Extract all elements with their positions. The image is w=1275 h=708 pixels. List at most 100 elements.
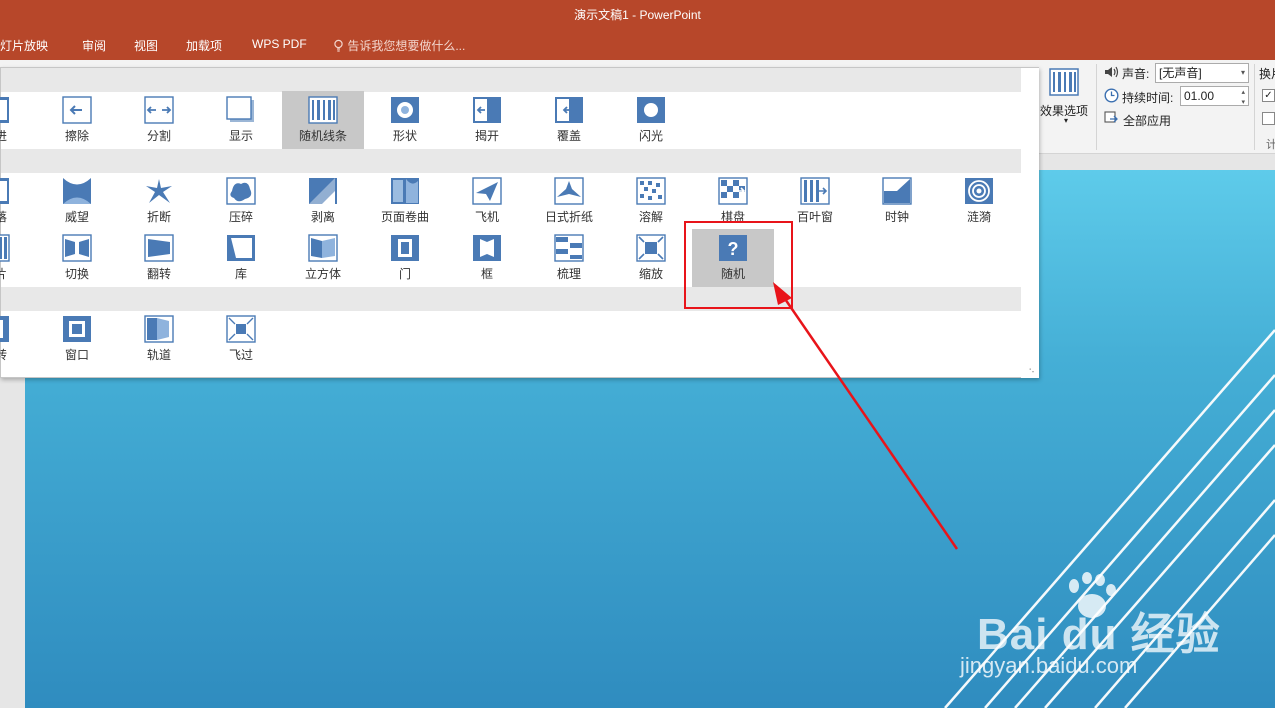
- transition-clock-tile[interactable]: 时钟: [856, 172, 938, 230]
- uncover-icon: [473, 97, 501, 123]
- menu-view[interactable]: 视图: [134, 37, 158, 54]
- tile-label: 旋转: [0, 348, 7, 362]
- transition-rotate-tile[interactable]: 旋转: [0, 310, 36, 368]
- menu-slideshow[interactable]: 幻灯片放映: [0, 37, 48, 54]
- tile-label: 推进: [0, 129, 7, 143]
- shred-icon: [0, 234, 10, 262]
- tell-me-box[interactable]: 告诉我您想要做什么...: [333, 37, 465, 54]
- transition-shred-tile[interactable]: 碎片: [0, 229, 36, 287]
- tile-label: 窗口: [64, 348, 89, 362]
- tile-label: 显示: [228, 129, 253, 143]
- box-icon: [473, 235, 501, 261]
- flash-icon: [637, 97, 665, 123]
- resize-grip-icon[interactable]: ⠢: [1028, 365, 1035, 376]
- transition-fracture-tile[interactable]: 折断: [118, 172, 200, 230]
- menu-review[interactable]: 审阅: [82, 37, 106, 54]
- tile-label: 缩放: [638, 267, 663, 281]
- menu-bar: 幻灯片放映 审阅 视图 加载项 WPS PDF 告诉我您想要做什么...: [0, 31, 1275, 60]
- transition-split-tile[interactable]: 分割: [118, 91, 200, 149]
- tile-label: 框: [480, 267, 493, 281]
- tile-label: 飞机: [474, 210, 499, 224]
- page-curl-icon: [391, 178, 419, 204]
- window-icon: [63, 316, 91, 342]
- comb-icon: [554, 234, 584, 262]
- transition-cube-tile[interactable]: 立方体: [282, 229, 364, 287]
- transition-origami-tile[interactable]: 日式折纸: [528, 172, 610, 230]
- transition-cover-tile[interactable]: 覆盖: [528, 91, 610, 149]
- spin-down-icon[interactable]: ▾: [1241, 94, 1245, 112]
- fly-through-icon: [226, 315, 256, 343]
- chevron-down-icon: ▾: [1240, 68, 1245, 77]
- apply-all-button[interactable]: 全部应用: [1123, 112, 1171, 129]
- lightbulb-icon: [334, 39, 343, 52]
- transition-flash-tile[interactable]: 闪光: [610, 91, 692, 149]
- transition-page-curl-tile[interactable]: 页面卷曲: [364, 172, 446, 230]
- transition-random-bars-tile[interactable]: 随机线条: [282, 91, 364, 149]
- tile-label: 梳理: [556, 267, 581, 281]
- dissolve-icon: [636, 177, 666, 205]
- tile-label: 立方体: [304, 267, 341, 281]
- split-icon: [144, 96, 174, 124]
- transition-comb-tile[interactable]: 梳理: [528, 229, 610, 287]
- tile-label: 日式折纸: [544, 210, 593, 224]
- clock-icon: [882, 177, 912, 205]
- tile-label: 翻转: [146, 267, 171, 281]
- transition-zoom-tile[interactable]: 缩放: [610, 229, 692, 287]
- transition-box-tile[interactable]: 框: [446, 229, 528, 287]
- transition-fall-tile[interactable]: 跌落: [0, 172, 36, 230]
- transition-ripple-tile[interactable]: 涟漪: [938, 172, 1020, 230]
- doors-icon: [391, 235, 419, 261]
- transition-window-tile[interactable]: 窗口: [36, 310, 118, 368]
- watermark-url: jingyan.baidu.com: [960, 653, 1138, 678]
- transition-uncover-tile[interactable]: 揭开: [446, 91, 528, 149]
- prestige-icon: [63, 178, 91, 204]
- duration-spinner[interactable]: 01.00 ▴ ▾: [1180, 86, 1249, 106]
- wipe-icon: [62, 96, 92, 124]
- transition-shape-tile[interactable]: 形状: [364, 91, 446, 149]
- transition-wipe-tile[interactable]: 擦除: [36, 91, 118, 149]
- tile-label: 折断: [146, 210, 171, 224]
- transition-airplane-tile[interactable]: 飞机: [446, 172, 528, 230]
- effect-options-icon: [1049, 68, 1079, 96]
- origami-icon: [554, 177, 584, 205]
- shape-icon: [391, 97, 419, 123]
- transition-doors-tile[interactable]: 门: [364, 229, 446, 287]
- tile-label: 库: [234, 267, 247, 281]
- sound-select-value: [无声音]: [1159, 66, 1202, 80]
- transition-push-tile[interactable]: 推进: [0, 91, 36, 149]
- speaker-icon: [1105, 66, 1119, 78]
- powerpoint-window: 演示文稿1 - PowerPoint 幻灯片放映 审阅 视图 加载项 WPS P…: [0, 0, 1275, 708]
- tile-label: 揭开: [474, 129, 499, 143]
- tile-label: 威望: [64, 210, 89, 224]
- reveal-icon: [226, 96, 254, 122]
- tile-label: 溶解: [638, 210, 663, 224]
- fall-icon: [0, 178, 9, 204]
- rotate-icon: [0, 316, 9, 342]
- tile-label: 覆盖: [556, 129, 581, 143]
- tell-me-text: 告诉我您想要做什么...: [347, 39, 466, 53]
- transition-crush-tile[interactable]: 压碎: [200, 172, 282, 230]
- transition-prestige-tile[interactable]: 威望: [36, 172, 118, 230]
- zoom-icon: [636, 234, 666, 262]
- tile-label: 擦除: [64, 129, 89, 143]
- cover-icon: [555, 97, 583, 123]
- after-time-checkbox[interactable]: [1262, 112, 1275, 125]
- transition-reveal-tile[interactable]: 显示: [200, 91, 282, 149]
- transition-fly-through-tile[interactable]: 飞过: [200, 310, 282, 368]
- tile-label: 轨道: [146, 348, 171, 362]
- transition-switch-tile[interactable]: 切换: [36, 229, 118, 287]
- transition-dissolve-tile[interactable]: 溶解: [610, 172, 692, 230]
- sound-select[interactable]: [无声音] ▾: [1155, 63, 1249, 83]
- tile-label: 形状: [392, 129, 417, 143]
- transition-peel-tile[interactable]: 剥离: [282, 172, 364, 230]
- transition-orbit-tile[interactable]: 轨道: [118, 310, 200, 368]
- transition-gallery-tile[interactable]: 库: [200, 229, 282, 287]
- on-click-checkbox[interactable]: ✓: [1262, 89, 1275, 102]
- menu-wps-pdf[interactable]: WPS PDF: [252, 37, 307, 51]
- highlight-box: [684, 221, 793, 309]
- menu-addins[interactable]: 加载项: [186, 37, 222, 54]
- effect-options-button[interactable]: 效果选项 ▾: [1040, 64, 1096, 130]
- transition-flip-tile[interactable]: 翻转: [118, 229, 200, 287]
- crush-icon: [226, 177, 256, 205]
- section-header-exciting: [1, 149, 1021, 173]
